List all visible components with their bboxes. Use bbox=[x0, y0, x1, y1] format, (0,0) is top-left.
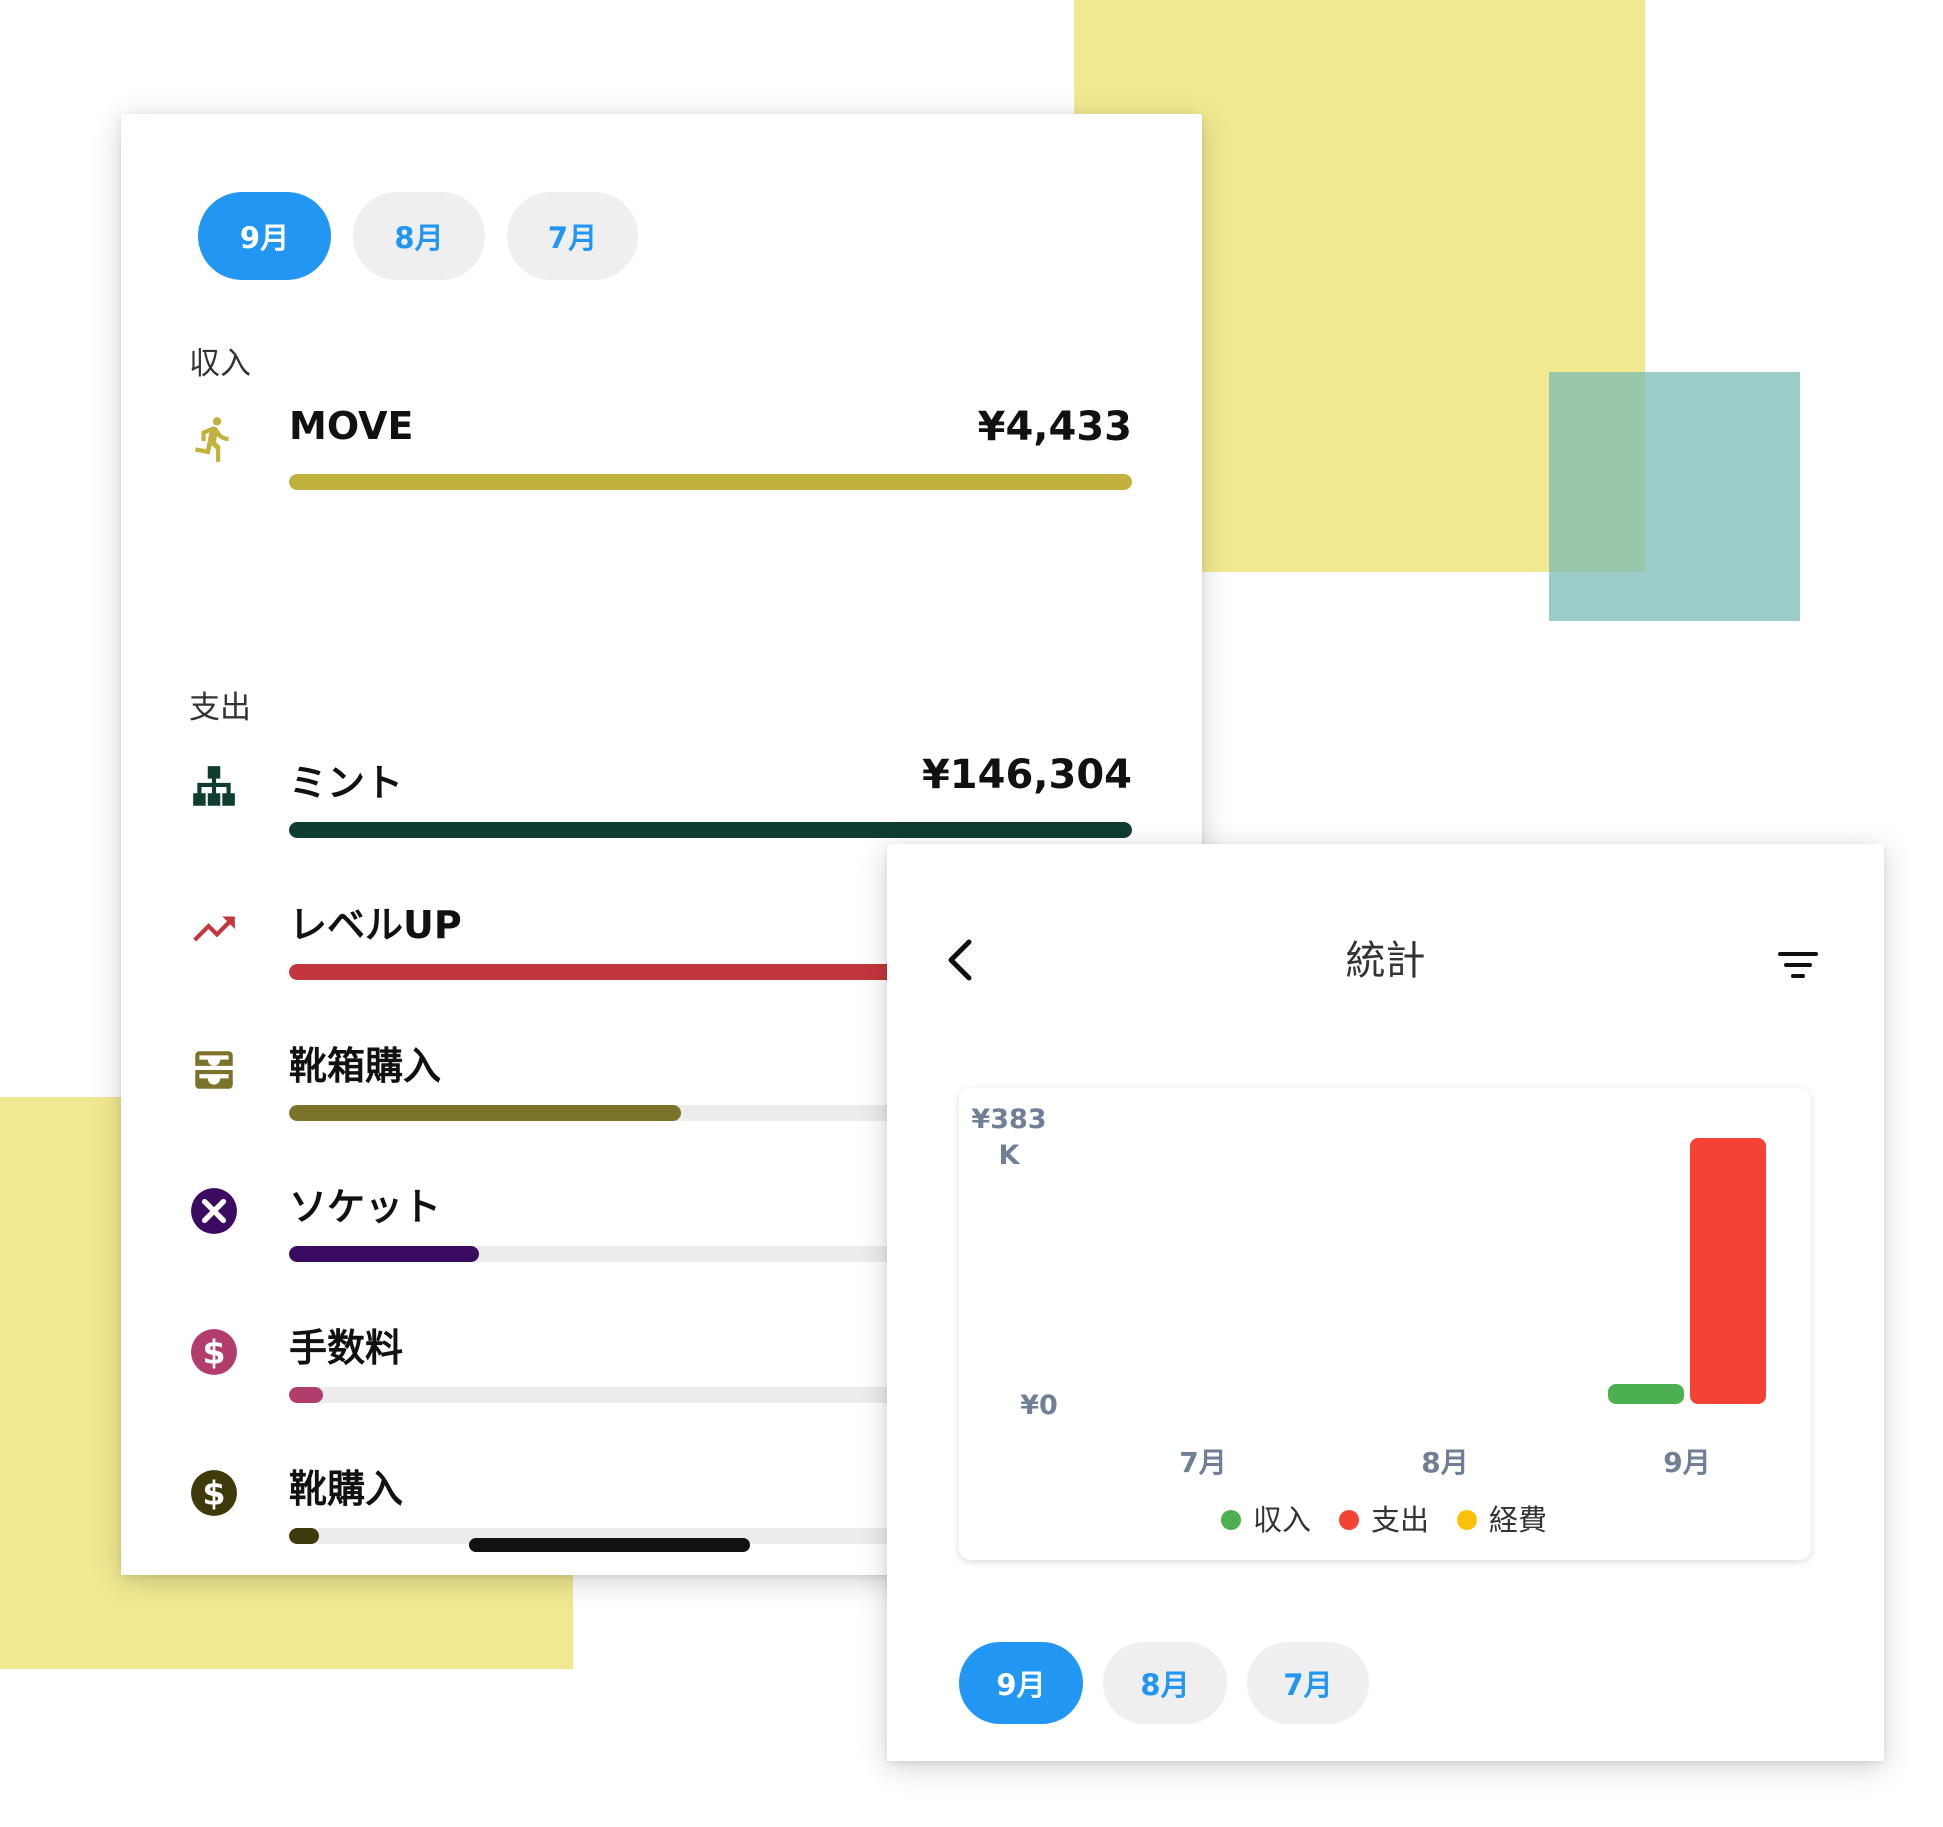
y-axis-min-label: ¥0 bbox=[1020, 1390, 1058, 1421]
legend-label: 支出 bbox=[1371, 1503, 1429, 1537]
category-name: ミント bbox=[289, 761, 404, 805]
progress-fill bbox=[289, 1528, 319, 1544]
legend-label: 収入 bbox=[1253, 1503, 1311, 1537]
bar-chart: ¥383 K ¥0 7月 8月 9月収入 支出 経費 bbox=[959, 1088, 1811, 1560]
category-name: ソケット bbox=[289, 1185, 442, 1229]
decor-teal-square bbox=[1549, 372, 1800, 621]
statistics-card: 統計 ¥383 K ¥0 7月 8月 9月 収入 支出 経費 9月 8月 7月 bbox=[887, 844, 1884, 1761]
home-indicator bbox=[469, 1538, 750, 1552]
inbox-tray-icon bbox=[189, 1045, 239, 1095]
filter-icon[interactable] bbox=[1776, 948, 1820, 982]
category-name: MOVE bbox=[289, 404, 414, 448]
legend-label: 経費 bbox=[1489, 1503, 1547, 1537]
progress-fill bbox=[289, 822, 1132, 838]
category-amount: ¥146,304 bbox=[921, 752, 1132, 798]
progress-track bbox=[289, 822, 1132, 838]
x-axis-tick-label: 7月 bbox=[1179, 1446, 1226, 1479]
close-circle-icon bbox=[189, 1186, 239, 1236]
sitemap-icon bbox=[189, 762, 239, 812]
bar-収入 bbox=[1608, 1384, 1684, 1404]
trending-up-icon bbox=[189, 904, 239, 954]
stats-month-tab-september[interactable]: 9月 bbox=[959, 1642, 1083, 1724]
progress-track bbox=[289, 474, 1132, 490]
running-person-icon bbox=[189, 414, 239, 464]
legend-dot bbox=[1339, 1510, 1359, 1530]
bar-支出 bbox=[1690, 1138, 1766, 1404]
category-amount: ¥4,433 bbox=[977, 404, 1132, 450]
month-tab-september[interactable]: 9月 bbox=[198, 192, 331, 280]
month-tab-july[interactable]: 7月 bbox=[507, 192, 638, 280]
chart-canvas: ¥383 K ¥0 7月 8月 9月収入 支出 経費 bbox=[971, 1104, 1766, 1537]
progress-fill bbox=[289, 474, 1132, 490]
category-name: レベルUP bbox=[289, 903, 462, 947]
y-axis-max-label: K bbox=[999, 1140, 1021, 1171]
category-name: 靴購入 bbox=[289, 1467, 404, 1511]
dollar-circle-icon: $ bbox=[189, 1327, 239, 1377]
progress-fill bbox=[289, 1246, 479, 1262]
income-row-move[interactable]: MOVE ¥4,433 bbox=[121, 404, 1202, 514]
page-title: 統計 bbox=[1345, 938, 1426, 984]
progress-fill bbox=[289, 1387, 323, 1403]
progress-fill bbox=[289, 964, 896, 980]
svg-text:$: $ bbox=[202, 1473, 225, 1512]
month-tab-august[interactable]: 8月 bbox=[353, 192, 485, 280]
progress-fill bbox=[289, 1105, 681, 1121]
x-axis-tick-label: 8月 bbox=[1421, 1446, 1468, 1479]
y-axis-max-label: ¥383 bbox=[971, 1104, 1046, 1135]
x-axis-tick-label: 9月 bbox=[1663, 1446, 1710, 1479]
category-name: 靴箱購入 bbox=[289, 1044, 442, 1088]
legend-dot bbox=[1221, 1510, 1241, 1530]
expense-section-label: 支出 bbox=[189, 690, 251, 726]
dollar-circle-icon: $ bbox=[189, 1468, 239, 1518]
income-section-label: 収入 bbox=[189, 346, 251, 382]
stats-month-tab-july[interactable]: 7月 bbox=[1247, 1642, 1369, 1724]
svg-text:$: $ bbox=[202, 1332, 225, 1371]
category-name: 手数料 bbox=[289, 1326, 404, 1370]
stats-month-tab-august[interactable]: 8月 bbox=[1103, 1642, 1227, 1724]
legend-dot bbox=[1457, 1510, 1477, 1530]
